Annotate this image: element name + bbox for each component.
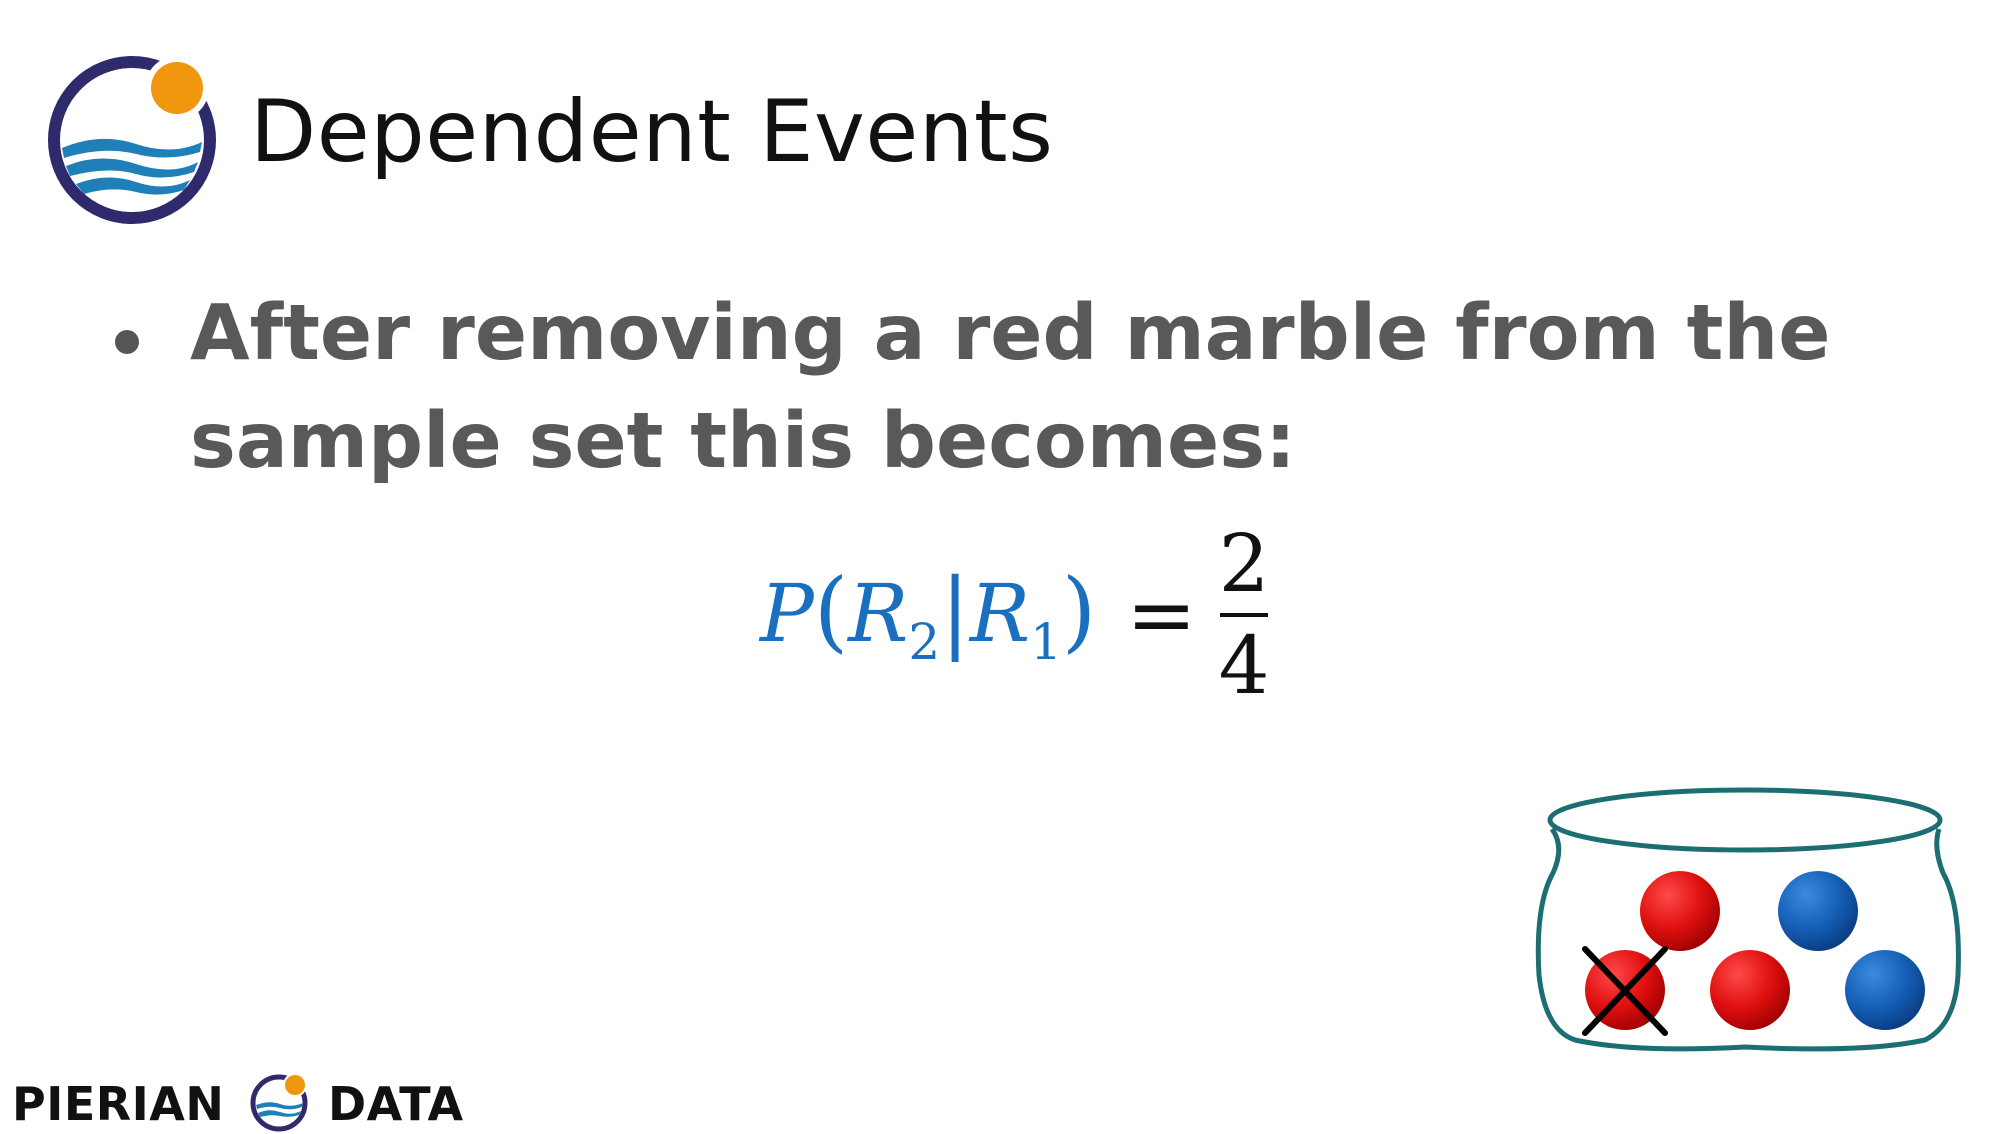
- footer-brand-right: DATA: [328, 1077, 464, 1131]
- marble-red-1: [1640, 871, 1720, 951]
- formula-r1: R: [969, 567, 1031, 660]
- bullet-point-icon: [115, 330, 139, 354]
- probability-formula: P(R2|R1) = 2 4: [760, 515, 1270, 715]
- fraction-numerator: 2: [1218, 517, 1270, 610]
- footer-logo-icon: [250, 1073, 308, 1132]
- formula-pipe: |: [940, 559, 970, 662]
- formula-equals: =: [1126, 566, 1197, 664]
- formula-p: P: [760, 567, 814, 660]
- formula-r1-subscript: 1: [1030, 613, 1062, 671]
- footer-brand-left: PIERIAN: [12, 1077, 225, 1131]
- marble-blue-2: [1845, 950, 1925, 1030]
- formula-close-paren: ): [1061, 559, 1097, 662]
- marble-jar: [1535, 787, 1961, 1052]
- slide-title: Dependent Events: [250, 82, 1054, 182]
- bullet-text: After removing a red marble from the sam…: [190, 280, 1831, 496]
- bullet-line-1: After removing a red marble from the: [190, 289, 1831, 378]
- formula-r2-subscript: 2: [908, 613, 941, 671]
- pierian-logo-icon: [48, 56, 216, 224]
- formula-fraction: 2 4: [1219, 519, 1270, 711]
- marble-red-2: [1710, 950, 1790, 1030]
- formula-open-paren: (: [813, 559, 849, 662]
- formula-lhs: P(R2|R1): [760, 559, 1096, 671]
- formula-r2: R: [848, 567, 909, 660]
- fraction-denominator: 4: [1218, 619, 1270, 712]
- fraction-bar: [1220, 613, 1269, 617]
- marble-blue-1: [1778, 871, 1858, 951]
- bullet-line-2: sample set this becomes:: [190, 397, 1296, 486]
